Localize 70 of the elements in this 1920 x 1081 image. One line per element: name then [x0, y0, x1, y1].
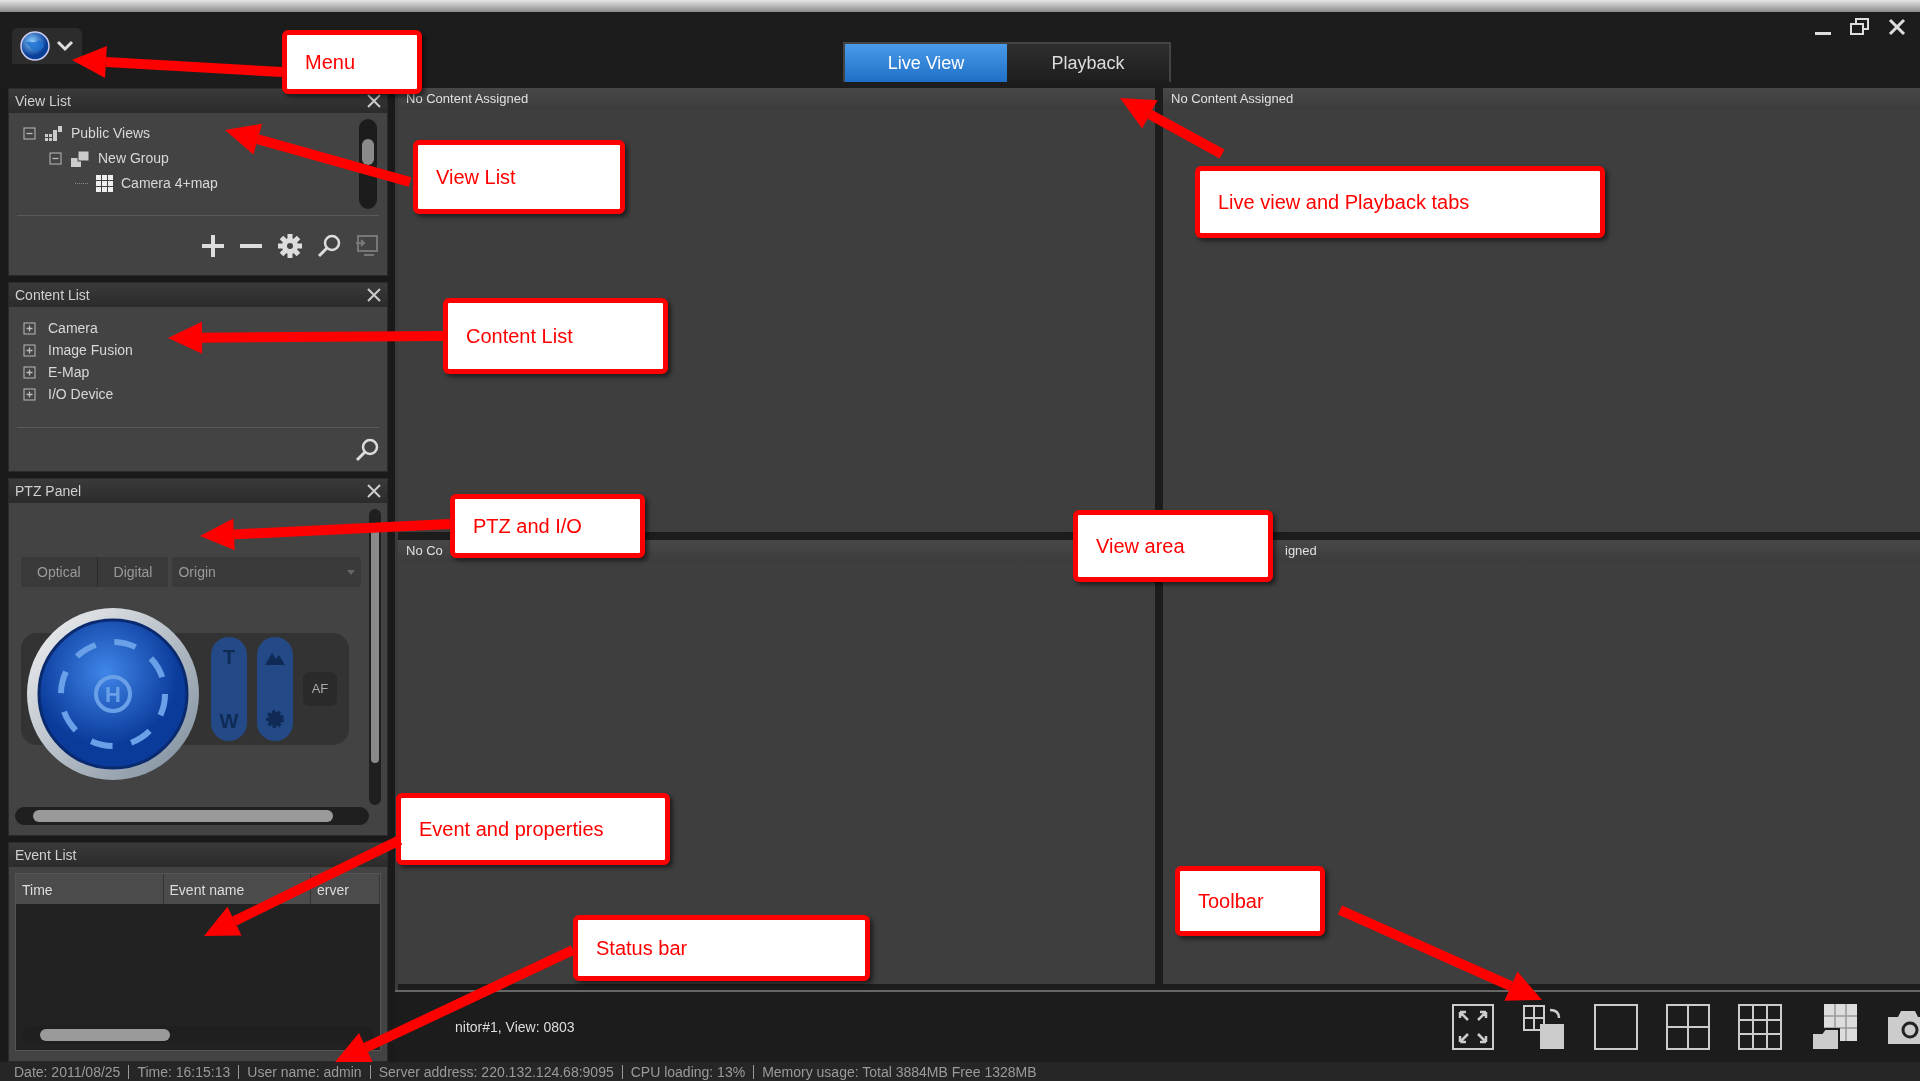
expand-icon[interactable]: [23, 343, 36, 357]
camera-icon[interactable]: [1886, 1009, 1920, 1045]
panel-title: Event List: [15, 845, 77, 865]
tree-item[interactable]: Camera 4+map: [121, 173, 218, 194]
tree-item[interactable]: Public Views: [71, 123, 151, 144]
callout-label: PTZ and I/O: [450, 494, 645, 558]
close-icon[interactable]: [1888, 18, 1906, 36]
expand-icon[interactable]: [23, 387, 36, 401]
collapse-icon[interactable]: [49, 152, 62, 165]
search-icon[interactable]: [355, 437, 379, 462]
callout-label: Event and properties: [396, 793, 670, 865]
callout-label: Toolbar: [1175, 866, 1325, 936]
pane-title: No Co: [406, 542, 443, 561]
column-header[interactable]: erver: [311, 874, 380, 904]
globe-icon: [20, 31, 50, 61]
callout-label: Content List: [443, 298, 668, 374]
expand-icon[interactable]: [23, 321, 36, 335]
tab[interactable]: Live View: [845, 44, 1007, 82]
status-text: Time: 16:15:13: [128, 1064, 239, 1079]
status-text: Date: 2011/08/25: [14, 1064, 122, 1079]
pane-title: igned: [1285, 542, 1317, 561]
grid-icon: [96, 175, 113, 192]
pane-title: No Content Assigned: [1171, 90, 1294, 109]
caret-icon: [347, 569, 355, 575]
autofocus-button[interactable]: AF: [303, 672, 337, 706]
list-item[interactable]: Camera: [48, 317, 98, 339]
settings-icon[interactable]: [277, 232, 303, 259]
layout-folder-icon[interactable]: [1810, 1003, 1858, 1051]
lens-tab[interactable]: Optical: [21, 557, 97, 587]
panel-title: Content List: [15, 285, 90, 305]
menu-button[interactable]: [12, 28, 82, 64]
expand-icon[interactable]: [23, 365, 36, 379]
list-item[interactable]: E-Map: [48, 361, 90, 383]
caret-icon: [56, 39, 74, 53]
swap-layout-icon[interactable]: [1522, 1004, 1566, 1050]
callout-label: Menu: [282, 30, 422, 94]
close-icon[interactable]: [367, 484, 381, 498]
view-info: nitor#1, View: 0803: [455, 1017, 575, 1037]
search-icon[interactable]: [317, 233, 341, 258]
callout-label: Status bar: [573, 915, 870, 981]
list-item[interactable]: I/O Device: [48, 383, 114, 405]
scrollbar[interactable]: [369, 509, 381, 805]
status-text: CPU loading: 13%: [621, 1064, 754, 1079]
collapse-icon[interactable]: [23, 127, 36, 140]
panel-title: PTZ Panel: [15, 481, 82, 501]
list-item[interactable]: Image Fusion: [48, 339, 133, 361]
single-view-icon[interactable]: [1594, 1004, 1638, 1050]
scrollbar[interactable]: [15, 807, 369, 825]
fullscreen-icon[interactable]: [1452, 1004, 1494, 1050]
views-icon: [44, 125, 63, 142]
group-icon: [70, 149, 90, 168]
tree-item[interactable]: New Group: [98, 148, 169, 169]
column-header[interactable]: Time: [16, 874, 164, 904]
quad-view-icon[interactable]: [1666, 1004, 1710, 1050]
nine-view-icon[interactable]: [1738, 1004, 1782, 1050]
callout-label: Live view and Playback tabs: [1195, 166, 1605, 238]
callout-label: View List: [413, 140, 625, 214]
tab[interactable]: Playback: [1007, 44, 1169, 82]
lens-tab[interactable]: Digital: [96, 557, 169, 587]
restore-icon[interactable]: [1850, 18, 1870, 36]
close-icon[interactable]: [367, 94, 381, 108]
status-text: Memory usage: Total 3884MB Free 1328MB: [753, 1064, 1045, 1079]
add-icon[interactable]: [201, 233, 225, 258]
column-header[interactable]: Event name: [163, 874, 312, 904]
status-text: User name: admin: [238, 1064, 370, 1079]
callout-label: View area: [1073, 510, 1273, 582]
preset-dropdown[interactable]: Origin: [172, 557, 361, 587]
close-icon[interactable]: [367, 288, 381, 302]
panel-title: View List: [15, 91, 71, 111]
status-text: Server address: 220.132.124.68:9095: [369, 1064, 622, 1079]
